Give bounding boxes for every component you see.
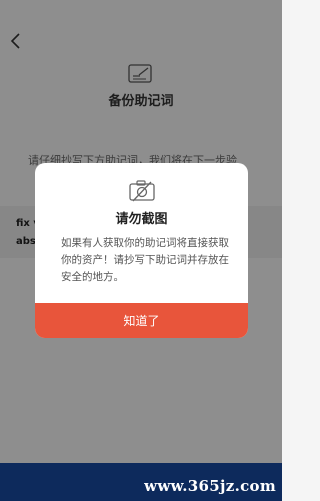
dialog-message-line: 你的资产！请抄写下助记词并存放在 — [61, 254, 229, 266]
dialog-message-line: 安全的地方。 — [61, 271, 124, 283]
watermark-banner: www.365jz.com — [0, 463, 282, 501]
watermark-text: www.365jz.com — [144, 477, 276, 495]
ok-button[interactable]: 知道了 — [35, 303, 248, 338]
dialog-message-line: 如果有人获取你的助记词将直接获取 — [61, 237, 229, 249]
dialog-title: 请勿截图 — [115, 212, 168, 227]
dialog-message: 如果有人获取你的助记词将直接获取 你的资产！请抄写下助记词并存放在 安全的地方。 — [61, 235, 231, 286]
screenshot-warning-dialog: 请勿截图 如果有人获取你的助记词将直接获取 你的资产！请抄写下助记词并存放在 安… — [35, 163, 248, 338]
no-screenshot-icon — [128, 179, 156, 203]
